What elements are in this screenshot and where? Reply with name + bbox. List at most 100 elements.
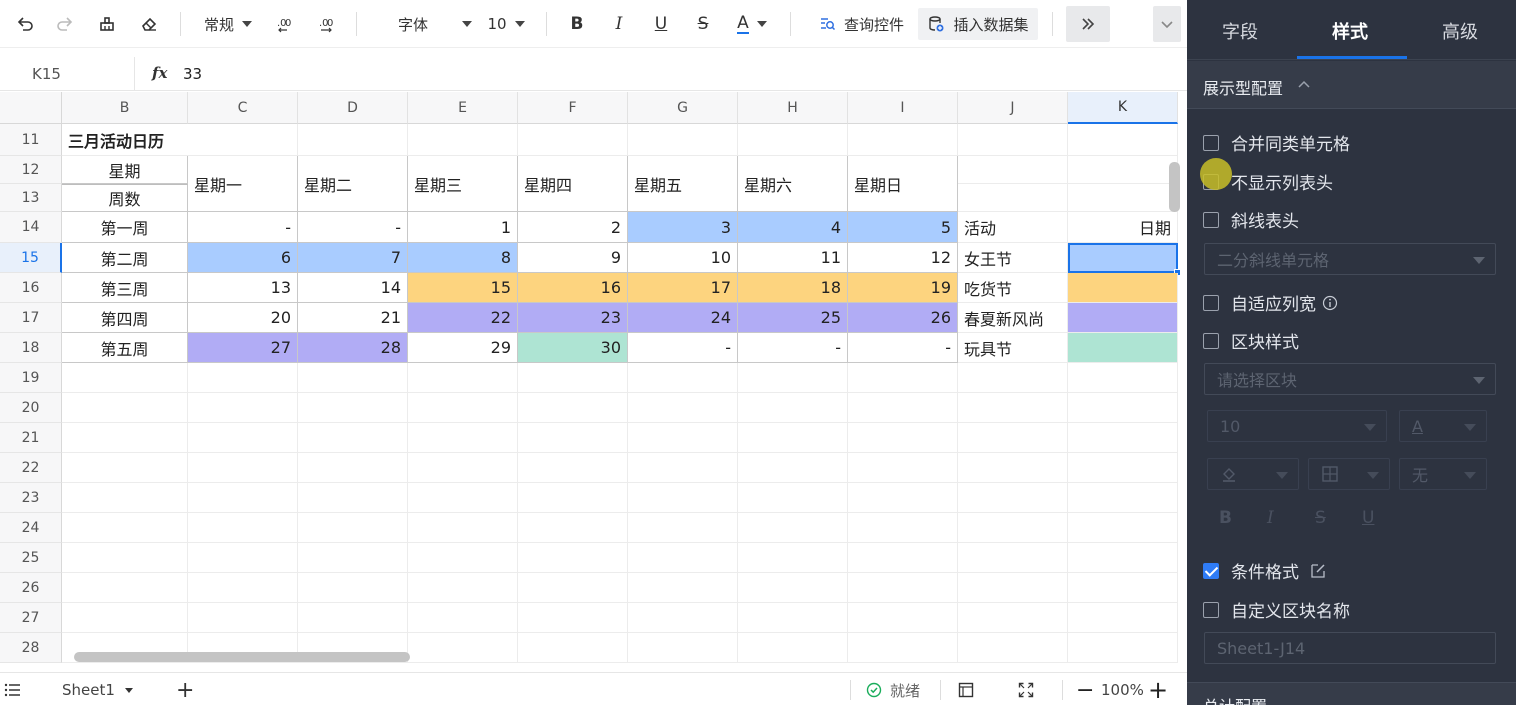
grid-cell[interactable]	[628, 453, 738, 483]
day-cell[interactable]: -	[298, 212, 408, 243]
grid-cell[interactable]	[958, 423, 1068, 453]
date-cell[interactable]	[1068, 273, 1178, 303]
grid-cell[interactable]	[188, 573, 298, 603]
row-header[interactable]: 19	[0, 363, 62, 393]
grid-cell[interactable]	[188, 124, 298, 156]
tab-style[interactable]: 样式	[1332, 18, 1368, 44]
grid-cell[interactable]	[188, 423, 298, 453]
grid-cell[interactable]	[1068, 513, 1178, 543]
grid-cell[interactable]	[188, 363, 298, 393]
grid-cell[interactable]	[62, 603, 188, 633]
day-cell[interactable]: 19	[848, 273, 958, 303]
day-cell[interactable]: 9	[518, 243, 628, 273]
row-header[interactable]: 16	[0, 273, 62, 303]
column-header[interactable]: D	[298, 92, 408, 124]
day-cell[interactable]: 10	[628, 243, 738, 273]
day-cell[interactable]: 3	[628, 212, 738, 243]
tab-fields[interactable]: 字段	[1222, 18, 1258, 44]
row-header[interactable]: 11	[0, 124, 62, 156]
info-icon[interactable]	[1322, 295, 1338, 311]
grid-cell[interactable]	[1068, 156, 1178, 184]
day-cell[interactable]: 13	[188, 273, 298, 303]
grid-cell[interactable]	[298, 393, 408, 423]
grid-cell[interactable]	[518, 513, 628, 543]
day-cell[interactable]: 28	[298, 333, 408, 363]
sheet-tab[interactable]: Sheet1	[62, 679, 133, 701]
day-cell[interactable]: 8	[408, 243, 518, 273]
grid-cell[interactable]	[738, 124, 848, 156]
day-cell[interactable]: 23	[518, 303, 628, 333]
grid-cell[interactable]	[518, 603, 628, 633]
day-cell[interactable]: 27	[188, 333, 298, 363]
grid-cell[interactable]	[848, 423, 958, 453]
column-header[interactable]: H	[738, 92, 848, 124]
week-label-cell[interactable]: 第四周	[62, 303, 188, 333]
row-header[interactable]: 21	[0, 423, 62, 453]
diagonal-type-select[interactable]: 二分斜线单元格	[1204, 243, 1496, 275]
grid-cell[interactable]	[408, 363, 518, 393]
weekday-header-cell[interactable]: 星期日	[848, 156, 958, 212]
week-label-cell[interactable]: 第五周	[62, 333, 188, 363]
grid-cell[interactable]	[298, 453, 408, 483]
grid-cell[interactable]	[628, 363, 738, 393]
conditional-format-checkbox[interactable]	[1203, 562, 1219, 579]
grid-cell[interactable]	[62, 363, 188, 393]
grid-cell[interactable]	[518, 543, 628, 573]
conditional-format-option[interactable]: 条件格式	[1203, 558, 1327, 583]
grid-cell[interactable]	[518, 393, 628, 423]
grid-cell[interactable]	[738, 423, 848, 453]
grid-cell[interactable]	[298, 603, 408, 633]
undo-icon[interactable]	[12, 8, 38, 40]
date-cell[interactable]	[1068, 333, 1178, 363]
grid-cell[interactable]	[1068, 423, 1178, 453]
grid-cell[interactable]	[848, 633, 958, 663]
selected-cell[interactable]	[1068, 243, 1178, 273]
grid-cell[interactable]	[1068, 483, 1178, 513]
day-cell[interactable]: 17	[628, 273, 738, 303]
day-cell[interactable]: -	[628, 333, 738, 363]
column-header[interactable]: B	[62, 92, 188, 124]
grid-cell[interactable]	[298, 573, 408, 603]
custom-block-name-option[interactable]: 自定义区块名称	[1203, 597, 1350, 622]
grid-cell[interactable]	[518, 483, 628, 513]
grid-cell[interactable]	[188, 483, 298, 513]
grid-cell[interactable]	[298, 543, 408, 573]
strikethrough-button[interactable]: S	[692, 8, 714, 40]
italic-button[interactable]: I	[608, 8, 630, 40]
event-cell[interactable]: 女王节	[958, 243, 1068, 273]
grid-cell[interactable]	[1068, 124, 1178, 156]
redo-icon[interactable]	[52, 8, 78, 40]
grid-cell[interactable]	[188, 513, 298, 543]
cell-reference[interactable]: K15	[32, 65, 61, 83]
query-control-button[interactable]: 查询控件	[812, 8, 910, 40]
block-style-checkbox[interactable]	[1203, 332, 1219, 349]
horizontal-scrollbar[interactable]	[74, 652, 410, 662]
grid-cell[interactable]	[62, 423, 188, 453]
grid-cell[interactable]	[408, 124, 518, 156]
grid-cell[interactable]	[848, 543, 958, 573]
increase-decimal-icon[interactable]: .0 0	[314, 8, 340, 40]
bold-button[interactable]: B	[566, 8, 588, 40]
day-cell[interactable]: 16	[518, 273, 628, 303]
block-select[interactable]: 请选择区块	[1204, 363, 1496, 395]
grid-cell[interactable]	[1068, 184, 1178, 212]
grid-cell[interactable]	[848, 483, 958, 513]
grid-cell[interactable]	[848, 363, 958, 393]
zoom-out-icon[interactable]: −	[1076, 678, 1094, 703]
auto-width-option[interactable]: 自适应列宽	[1203, 290, 1338, 315]
event-cell[interactable]: 玩具节	[958, 333, 1068, 363]
grid-cell[interactable]	[958, 184, 1068, 212]
week-label-cell[interactable]: 第三周	[62, 273, 188, 303]
grid-cell[interactable]	[958, 393, 1068, 423]
row-header[interactable]: 15	[0, 243, 62, 273]
day-cell[interactable]: 29	[408, 333, 518, 363]
diagonal-header-checkbox[interactable]	[1203, 211, 1219, 228]
date-cell[interactable]: 日期	[1068, 212, 1178, 243]
grid-cell[interactable]	[958, 363, 1068, 393]
grid-cell[interactable]	[958, 513, 1068, 543]
grid-cell[interactable]	[848, 124, 958, 156]
row-header[interactable]: 18	[0, 333, 62, 363]
weeknum-header-cell[interactable]: 周数	[62, 184, 188, 212]
grid-cell[interactable]	[188, 453, 298, 483]
row-header[interactable]: 28	[0, 633, 62, 663]
